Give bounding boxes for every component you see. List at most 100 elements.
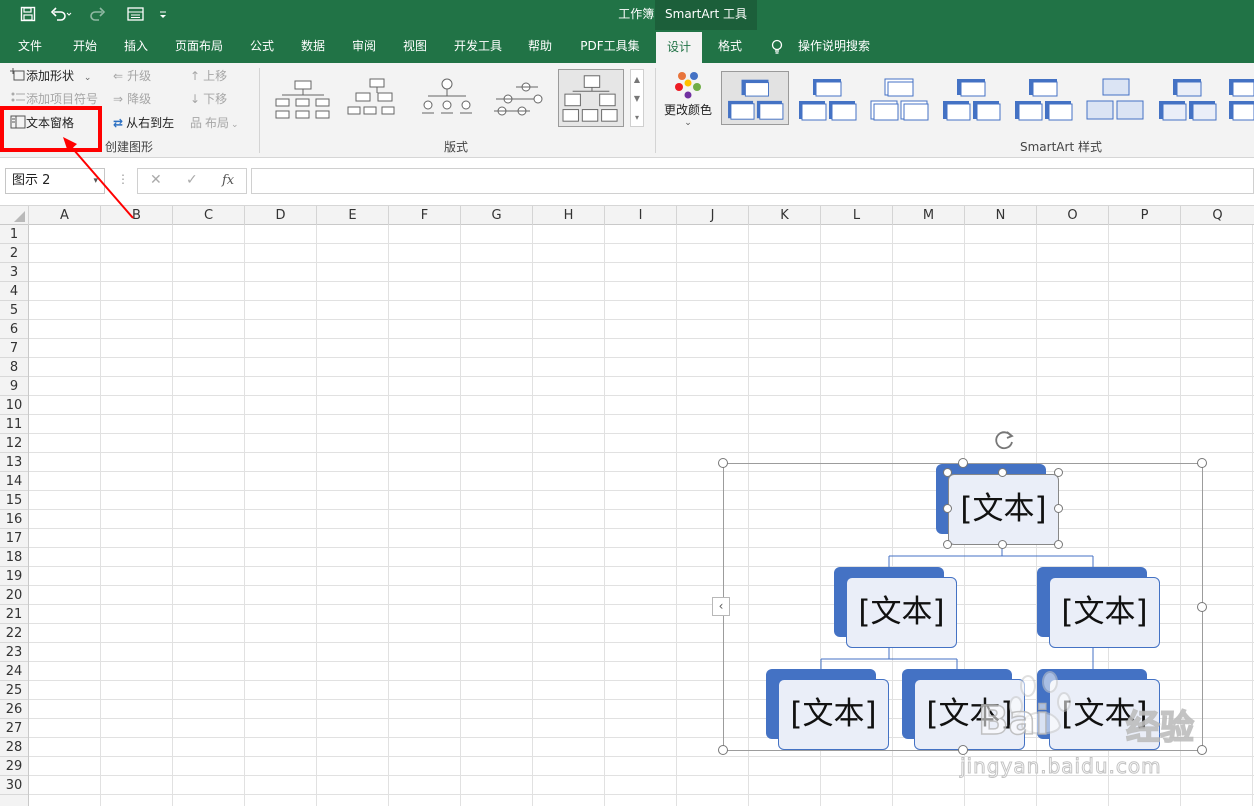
tab-format[interactable]: 格式: [706, 30, 754, 63]
row-header[interactable]: 3: [0, 263, 28, 282]
demote-button[interactable]: ⇒ 降级: [113, 90, 151, 110]
resize-handle[interactable]: [1197, 602, 1207, 612]
column-header[interactable]: I: [605, 206, 677, 225]
row-header[interactable]: 12: [0, 434, 28, 453]
row-header[interactable]: 5: [0, 301, 28, 320]
smartart-node-text[interactable]: [文本]: [778, 679, 889, 750]
row-header[interactable]: 26: [0, 700, 28, 719]
row-header[interactable]: 28: [0, 738, 28, 757]
row-header[interactable]: 1: [0, 225, 28, 244]
row-header[interactable]: 6: [0, 320, 28, 339]
column-header[interactable]: H: [533, 206, 605, 225]
column-header[interactable]: G: [461, 206, 533, 225]
layout-option-5-selected[interactable]: [558, 69, 624, 127]
move-up-button[interactable]: ↑ 上移: [190, 67, 227, 87]
layout-button[interactable]: 品布局 ⌄: [190, 114, 239, 134]
row-header[interactable]: 15: [0, 491, 28, 510]
row-header[interactable]: 13: [0, 453, 28, 472]
row-header[interactable]: 2: [0, 244, 28, 263]
rotate-handle-icon[interactable]: [993, 428, 1017, 452]
smartart-node-level2-right[interactable]: [文本]: [1037, 567, 1161, 649]
tab-insert[interactable]: 插入: [113, 30, 159, 63]
smartart-style-7[interactable]: [1153, 71, 1221, 125]
enter-icon[interactable]: ✓: [186, 172, 198, 188]
layout-option-3[interactable]: [414, 69, 480, 127]
row-header[interactable]: 25: [0, 681, 28, 700]
row-header[interactable]: 8: [0, 358, 28, 377]
smartart-style-8-partial[interactable]: [1225, 71, 1254, 125]
row-header[interactable]: 16: [0, 510, 28, 529]
layout-option-2[interactable]: [342, 69, 408, 127]
change-colors-button[interactable]: 更改颜色 ⌄: [662, 69, 714, 131]
select-all-button[interactable]: [0, 206, 29, 225]
smartart-node-text[interactable]: [文本]: [948, 474, 1059, 545]
cancel-icon[interactable]: ✕: [150, 172, 162, 188]
resize-handle[interactable]: [718, 458, 728, 468]
node-resize-handle[interactable]: [943, 468, 952, 477]
smartart-node-text[interactable]: [文本]: [1049, 577, 1160, 648]
column-header[interactable]: M: [893, 206, 965, 225]
row-header[interactable]: 27: [0, 719, 28, 738]
column-header[interactable]: Q: [1181, 206, 1254, 225]
column-header[interactable]: C: [173, 206, 245, 225]
tell-me-search[interactable]: 操作说明搜索: [792, 30, 876, 63]
row-header[interactable]: 10: [0, 396, 28, 415]
tab-help[interactable]: 帮助: [518, 30, 562, 63]
node-resize-handle[interactable]: [998, 540, 1007, 549]
node-resize-handle[interactable]: [1054, 540, 1063, 549]
node-resize-handle[interactable]: [1054, 468, 1063, 477]
tab-view[interactable]: 视图: [393, 30, 437, 63]
row-header[interactable]: 19: [0, 567, 28, 586]
smartart-node-root[interactable]: [文本]: [936, 464, 1060, 546]
row-header[interactable]: 14: [0, 472, 28, 491]
smartart-style-5[interactable]: [1009, 71, 1077, 125]
row-header[interactable]: 7: [0, 339, 28, 358]
column-header[interactable]: F: [389, 206, 461, 225]
column-header[interactable]: N: [965, 206, 1037, 225]
column-header[interactable]: O: [1037, 206, 1109, 225]
column-header[interactable]: J: [677, 206, 749, 225]
smartart-style-3[interactable]: [865, 71, 933, 125]
layout-option-1[interactable]: [270, 69, 336, 127]
tab-design[interactable]: 设计: [656, 32, 702, 63]
node-resize-handle[interactable]: [943, 540, 952, 549]
smartart-style-1-selected[interactable]: [721, 71, 789, 125]
smartart-node-level2-left[interactable]: [文本]: [834, 567, 958, 649]
column-header[interactable]: E: [317, 206, 389, 225]
resize-handle[interactable]: [1197, 745, 1207, 755]
column-header[interactable]: D: [245, 206, 317, 225]
tab-formulas[interactable]: 公式: [240, 30, 284, 63]
resize-handle[interactable]: [718, 745, 728, 755]
row-header[interactable]: 30: [0, 776, 28, 795]
row-header[interactable]: 4: [0, 282, 28, 301]
row-header[interactable]: 20: [0, 586, 28, 605]
column-header[interactable]: K: [749, 206, 821, 225]
tab-pdf-tools[interactable]: PDF工具集: [572, 30, 648, 63]
smartart-style-2[interactable]: [793, 71, 861, 125]
text-pane-expand-button[interactable]: ‹: [712, 597, 730, 616]
node-resize-handle[interactable]: [1054, 504, 1063, 513]
formula-input[interactable]: [251, 168, 1254, 194]
add-shape-button[interactable]: 添加形状 ⌄: [10, 67, 91, 87]
tab-data[interactable]: 数据: [291, 30, 335, 63]
smartart-node-level3-1[interactable]: [文本]: [766, 669, 890, 751]
layout-gallery-scroll[interactable]: ▲ ▼ ▾: [630, 69, 644, 127]
row-header[interactable]: 17: [0, 529, 28, 548]
layout-option-4[interactable]: [486, 69, 552, 127]
insert-function-icon[interactable]: fx: [222, 173, 234, 188]
resize-handle[interactable]: [958, 458, 968, 468]
row-header[interactable]: 24: [0, 662, 28, 681]
column-header[interactable]: P: [1109, 206, 1181, 225]
row-header[interactable]: 21: [0, 605, 28, 624]
tab-developer[interactable]: 开发工具: [445, 30, 511, 63]
smartart-style-4[interactable]: [937, 71, 1005, 125]
row-header[interactable]: 29: [0, 757, 28, 776]
row-header[interactable]: 23: [0, 643, 28, 662]
tab-review[interactable]: 审阅: [342, 30, 386, 63]
smartart-node-text[interactable]: [文本]: [846, 577, 957, 648]
resize-handle[interactable]: [1197, 458, 1207, 468]
row-header[interactable]: 9: [0, 377, 28, 396]
row-header[interactable]: 11: [0, 415, 28, 434]
move-down-button[interactable]: ↓ 下移: [190, 90, 227, 110]
tab-file[interactable]: 文件: [8, 30, 52, 63]
